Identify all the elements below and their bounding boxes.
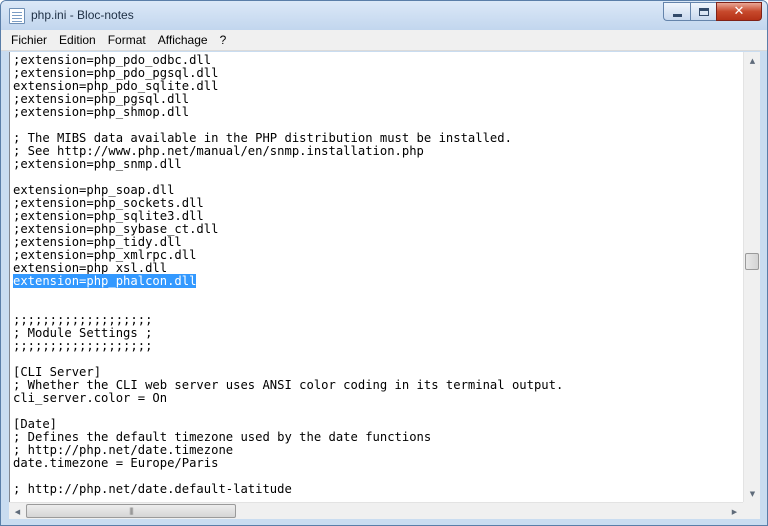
line-text: ;extension=php_pgsql.dll: [13, 92, 190, 106]
line-text: ;extension=php_sqlite3.dll: [13, 209, 204, 223]
line-text: ;;;;;;;;;;;;;;;;;;;: [13, 313, 153, 327]
line-text: ; The MIBS data available in the PHP dis…: [13, 131, 512, 145]
menu-format[interactable]: Format: [102, 31, 152, 49]
notepad-window: php.ini - Bloc-notes ✕ Fichier Edition F…: [0, 0, 768, 526]
menu-help[interactable]: ?: [214, 31, 233, 49]
arrow-right-icon: ▶: [731, 507, 738, 516]
arrow-down-icon: ▼: [749, 489, 756, 498]
line-text: [CLI Server]: [13, 365, 102, 379]
text-line: cli_server.color = On: [13, 392, 563, 405]
line-text: ; Module Settings ;: [13, 326, 153, 340]
line-text: ; Defines the default timezone used by t…: [13, 430, 432, 444]
close-button[interactable]: ✕: [716, 2, 762, 21]
horizontal-scrollbar[interactable]: ◀ ||| ▶: [9, 502, 743, 519]
text-line: date.timezone = Europe/Paris: [13, 457, 563, 470]
line-text: ; http://php.net/date.default-latitude: [13, 482, 292, 496]
line-text: ;extension=php_shmop.dll: [13, 105, 190, 119]
line-text: extension=php_phalcon.dll: [13, 274, 197, 288]
window-controls: ✕: [663, 2, 762, 21]
line-text: ;extension=php_snmp.dll: [13, 157, 182, 171]
line-text: date.timezone = Europe/Paris: [13, 456, 219, 470]
menu-fichier[interactable]: Fichier: [5, 31, 53, 49]
text-line: ; http://php.net/date.default-latitude: [13, 483, 563, 496]
title-bar[interactable]: php.ini - Bloc-notes ✕: [1, 1, 767, 30]
text-editor[interactable]: ;extension=php_pdo_odbc.dll ;extension=ph…: [9, 52, 743, 502]
selected-text-line: extension=php_phalcon.dll: [13, 274, 563, 288]
scroll-up-button[interactable]: ▲: [744, 52, 761, 69]
line-text: ; See http://www.php.net/manual/en/snmp.…: [13, 144, 424, 158]
maximize-icon: [698, 7, 709, 16]
arrow-left-icon: ◀: [14, 507, 21, 516]
text-line: ;extension=php_snmp.dll: [13, 158, 563, 171]
line-text: ; Whether the CLI web server uses ANSI c…: [13, 378, 564, 392]
menu-affichage[interactable]: Affichage: [152, 31, 214, 49]
text-line: ;extension=php_shmop.dll: [13, 106, 563, 119]
scrollbar-corner: [743, 502, 760, 519]
text-line: [13, 288, 563, 301]
line-text: extension=php_soap.dll: [13, 183, 175, 197]
grip-icon: |||: [128, 507, 134, 515]
menu-bar: Fichier Edition Format Affichage ?: [1, 30, 767, 51]
close-icon: ✕: [733, 4, 745, 19]
text-line: ;;;;;;;;;;;;;;;;;;;: [13, 340, 563, 353]
line-text: ;extension=php_pdo_pgsql.dll: [13, 66, 219, 80]
maximize-button[interactable]: [690, 2, 716, 21]
line-text: ;extension=php_xmlrpc.dll: [13, 248, 197, 262]
vertical-scroll-thumb[interactable]: [745, 253, 759, 270]
vertical-scrollbar[interactable]: ▲ ▼: [743, 52, 760, 502]
line-text: ;extension=php_sybase_ct.dll: [13, 222, 219, 236]
line-text: ;extension=php_pdo_odbc.dll: [13, 53, 212, 67]
line-text: extension=php_xsl.dll: [13, 261, 168, 275]
scroll-right-button[interactable]: ▶: [726, 503, 743, 520]
line-text: [Date]: [13, 417, 58, 431]
minimize-button[interactable]: [663, 2, 690, 21]
menu-edition[interactable]: Edition: [53, 31, 102, 49]
text-line: [13, 405, 563, 418]
notepad-icon[interactable]: [9, 8, 25, 24]
line-text: extension=php_pdo_sqlite.dll: [13, 79, 219, 93]
window-title: php.ini - Bloc-notes: [31, 8, 134, 22]
line-text: cli_server.color = On: [13, 391, 168, 405]
editor-lines: ;extension=php_pdo_odbc.dll ;extension=ph…: [13, 54, 563, 496]
line-text: ; http://php.net/date.timezone: [13, 443, 234, 457]
scroll-left-button[interactable]: ◀: [9, 503, 26, 520]
minimize-icon: [672, 13, 682, 17]
line-text: ;extension=php_sockets.dll: [13, 196, 204, 210]
line-text: ;;;;;;;;;;;;;;;;;;;: [13, 339, 153, 353]
line-text: ;extension=php_tidy.dll: [13, 235, 182, 249]
scroll-down-button[interactable]: ▼: [744, 485, 761, 502]
arrow-up-icon: ▲: [749, 56, 756, 65]
horizontal-scroll-thumb[interactable]: |||: [26, 504, 236, 518]
